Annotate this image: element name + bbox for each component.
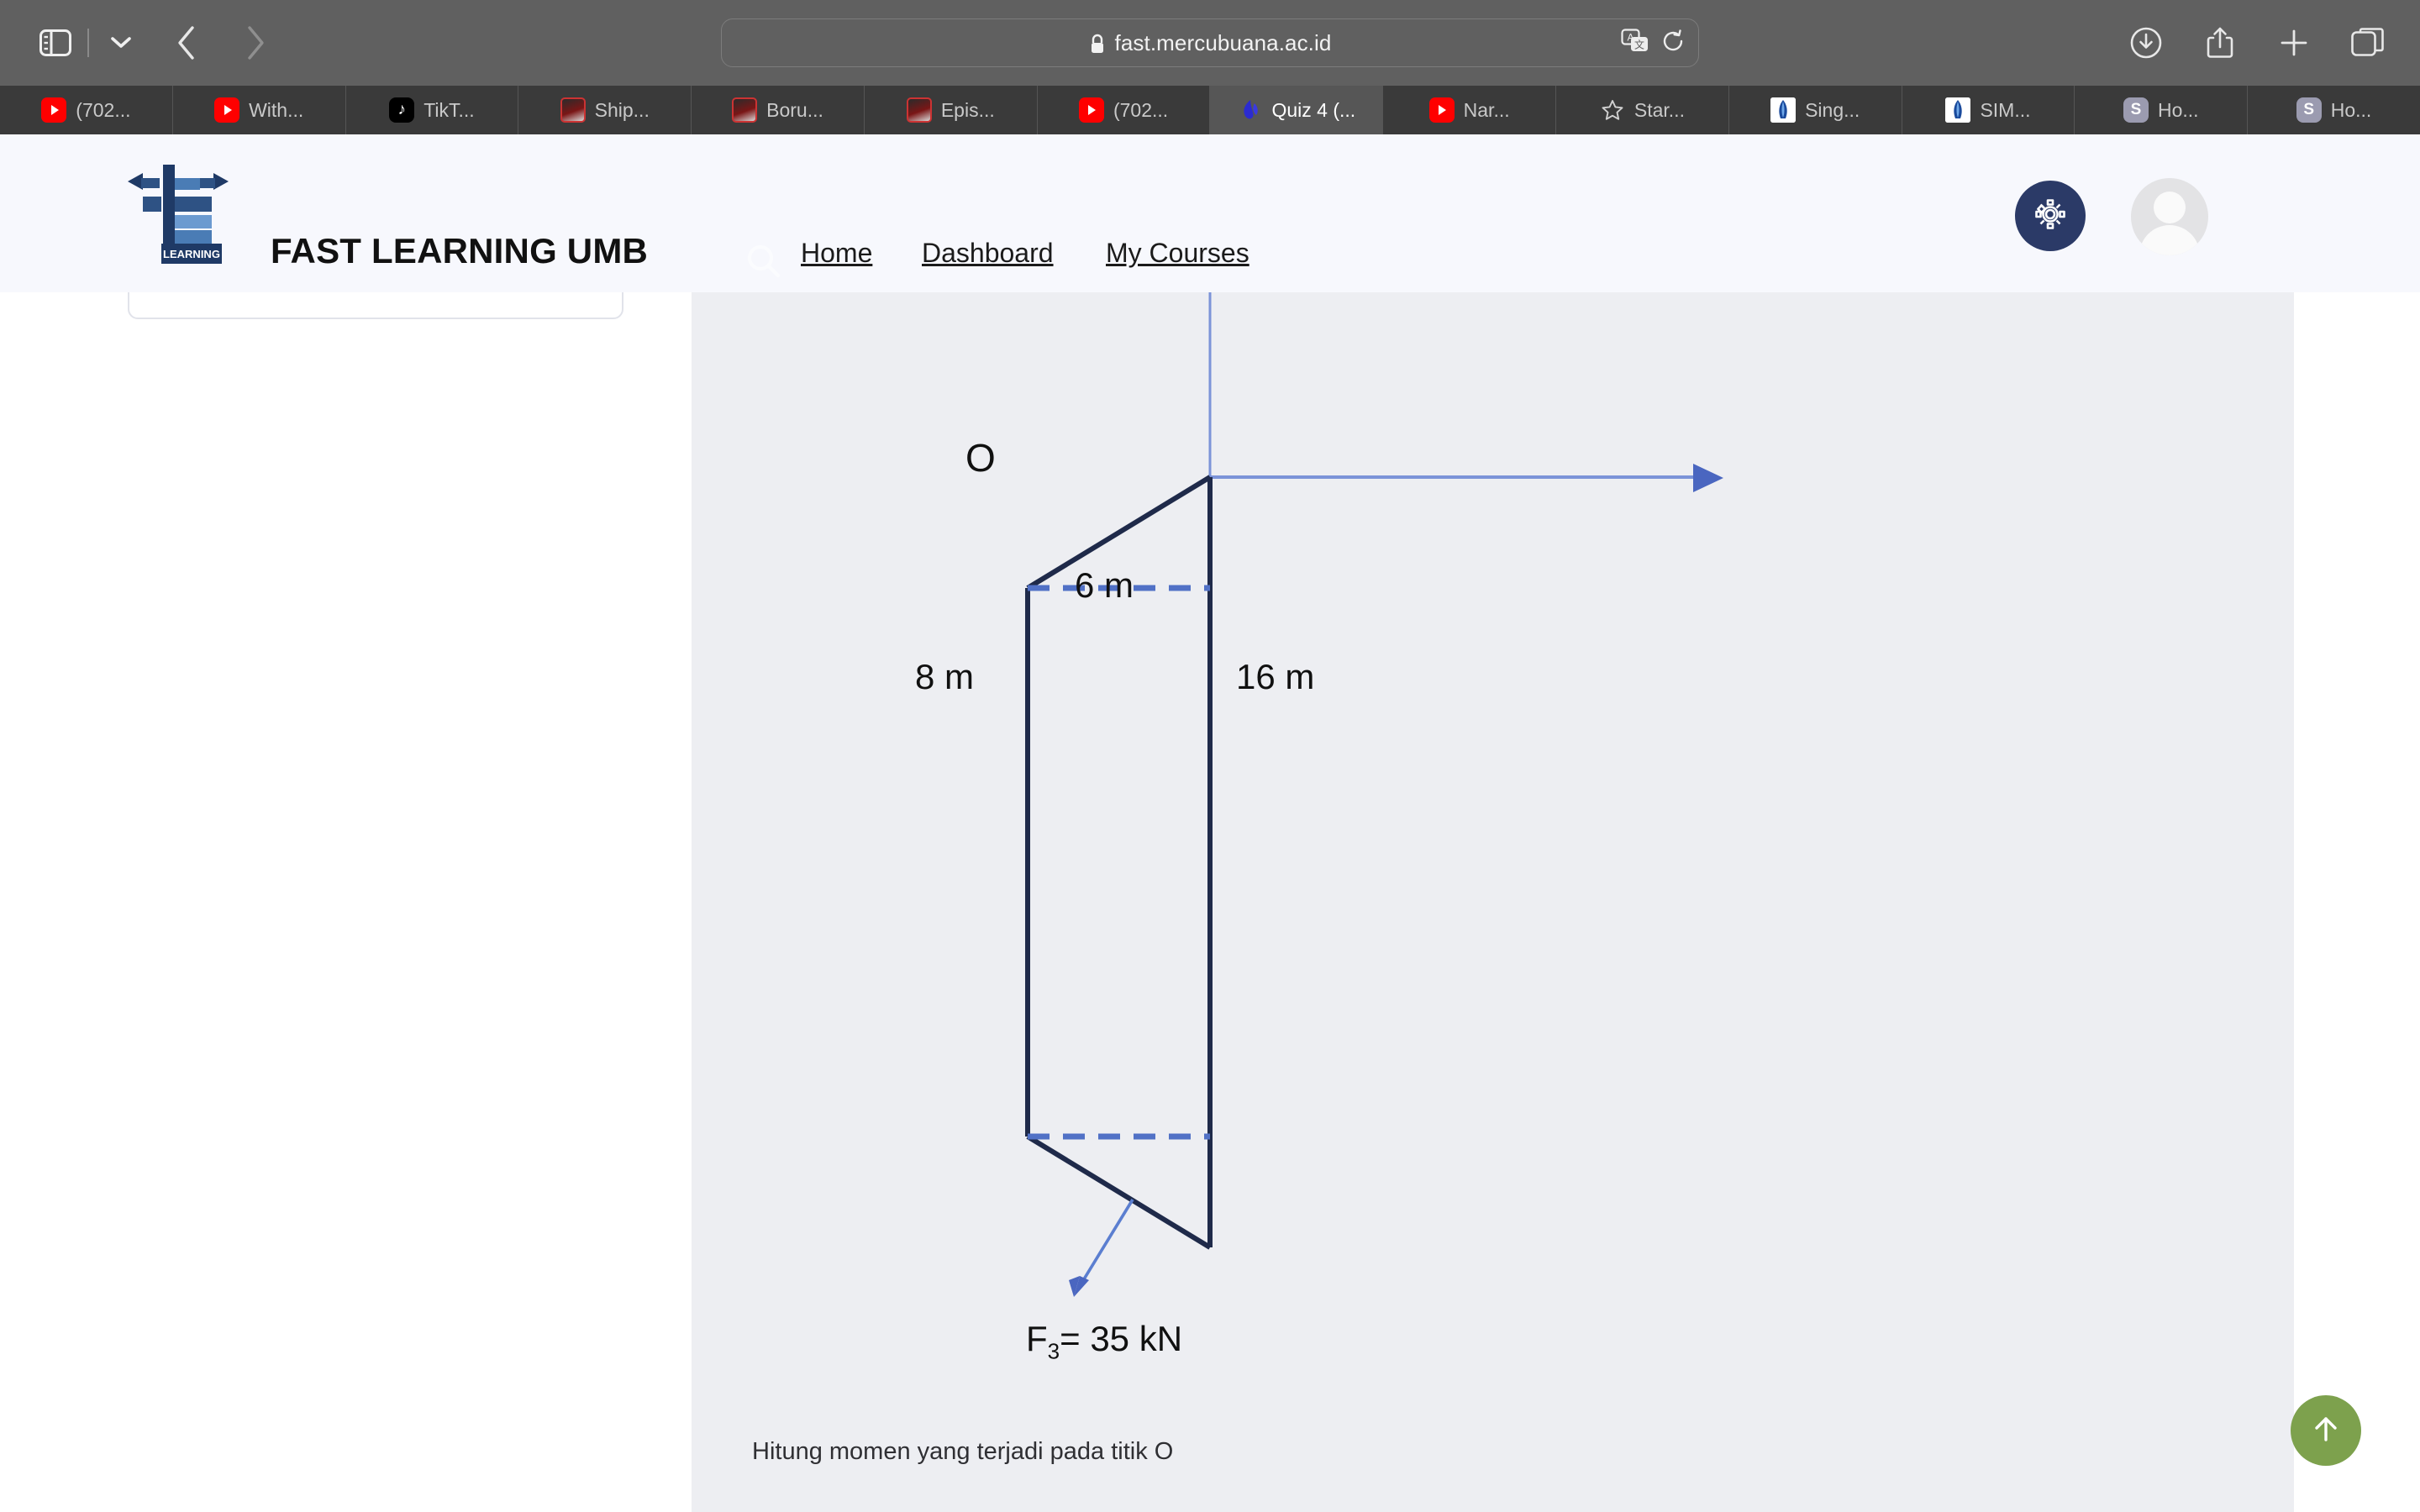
tab-label: Ho... <box>2330 98 2372 121</box>
youtube-icon <box>1078 97 1104 123</box>
force-subscript: 3 <box>1047 1338 1060 1364</box>
tab-label: Nar... <box>1463 98 1510 121</box>
question-image-container: O 6 m 8 m 16 m F3= 35 kN <box>692 292 2294 1512</box>
tab-label: TikT... <box>424 98 475 121</box>
quiz-icon <box>1238 97 1263 123</box>
download-icon[interactable] <box>2123 19 2170 66</box>
star-icon <box>1600 97 1625 123</box>
anime-icon <box>732 97 758 123</box>
url-text-container: fast.mercubuana.ac.id <box>1089 30 1332 56</box>
tab-label: Boru... <box>766 98 823 121</box>
tab-1[interactable]: With... <box>173 86 346 134</box>
anime-icon <box>560 97 586 123</box>
sing-icon <box>1770 97 1797 123</box>
address-bar-actions: A 文 <box>1621 19 1685 66</box>
avatar-body <box>2139 225 2200 255</box>
force-diagram <box>1025 292 1723 1297</box>
tab-8[interactable]: Nar... <box>1383 86 1557 134</box>
tab-label: (702... <box>76 98 131 121</box>
anime-icon <box>906 97 932 123</box>
force-label-f3: F3= 35 kN <box>1026 1319 1182 1364</box>
avatar[interactable] <box>2131 178 2208 255</box>
divider <box>87 29 89 57</box>
tab-11[interactable]: SIM... <box>1902 86 2075 134</box>
tiktok-icon: ♪ <box>389 97 415 123</box>
url-text: fast.mercubuana.ac.id <box>1114 29 1332 55</box>
dimension-label-8m: 8 m <box>915 657 975 696</box>
question-prompt: Hitung momen yang terjadi pada titik O <box>752 1438 1174 1465</box>
settings-button[interactable] <box>2015 181 2086 251</box>
user-avatar-icon <box>2154 192 2186 223</box>
tab-label: Quiz 4 (... <box>1271 98 1356 121</box>
tab-2[interactable]: ♪ TikT... <box>346 86 519 134</box>
browser-nav-controls <box>0 19 279 66</box>
dimension-label-6m: 6 m <box>1075 565 1134 605</box>
search-icon[interactable] <box>744 242 783 285</box>
tab-label: With... <box>249 98 304 121</box>
tab-4[interactable]: Boru... <box>692 86 865 134</box>
svg-text:文: 文 <box>1634 38 1644 50</box>
fast-learning-logo[interactable]: LEARNING <box>124 160 232 267</box>
force-value: = 35 kN <box>1060 1319 1183 1358</box>
nav-link-my-courses[interactable]: My Courses <box>1106 238 1249 269</box>
tab-10[interactable]: Sing... <box>1729 86 1902 134</box>
sing-icon <box>1945 97 1971 123</box>
reload-icon[interactable] <box>1661 29 1685 57</box>
brand-title: FAST LEARNING UMB <box>271 231 649 270</box>
browser-toolbar-actions <box>2123 0 2391 86</box>
share-icon[interactable] <box>2196 19 2244 66</box>
tab-label: Sing... <box>1805 98 1860 121</box>
tab-0[interactable]: (702... <box>0 86 173 134</box>
back-button[interactable] <box>163 19 210 66</box>
tab-label: Ship... <box>594 98 650 121</box>
nav-link-dashboard[interactable]: Dashboard <box>922 238 1054 269</box>
tab-label: Ho... <box>2157 98 2199 121</box>
forward-button[interactable] <box>232 19 279 66</box>
tab-overview-icon[interactable] <box>2344 19 2391 66</box>
tab-9[interactable]: Star... <box>1556 86 1729 134</box>
chevron-down-icon[interactable] <box>97 19 145 66</box>
scroll-to-top-button[interactable] <box>2291 1395 2361 1466</box>
dimension-label-16m: 16 m <box>1236 657 1315 696</box>
address-bar[interactable]: fast.mercubuana.ac.id A 文 <box>721 18 1699 67</box>
youtube-icon <box>41 97 67 123</box>
page-body: O 6 m 8 m 16 m F3= 35 kN Hitung momen ya… <box>0 292 2420 1512</box>
tab-12[interactable]: S Ho... <box>2075 86 2249 134</box>
tab-7-active[interactable]: Quiz 4 (... <box>1210 86 1384 134</box>
logo-caption: LEARNING <box>163 248 220 260</box>
s-icon: S <box>2296 97 2322 123</box>
tab-label: SIM... <box>1980 98 2031 121</box>
s-icon: S <box>2123 97 2149 123</box>
force-symbol: F <box>1026 1319 1048 1358</box>
translate-icon[interactable]: A 文 <box>1621 28 1649 58</box>
youtube-icon <box>214 97 240 123</box>
gear-icon <box>2031 195 2070 238</box>
arrow-up-icon <box>2307 1410 2345 1452</box>
tab-label: Epis... <box>940 98 995 121</box>
plus-icon[interactable] <box>2270 19 2317 66</box>
youtube-icon <box>1428 97 1455 123</box>
lock-icon <box>1089 34 1106 55</box>
tab-strip: (702... With... ♪ TikT... Ship... Boru...… <box>0 86 2420 134</box>
point-o-label: O <box>965 436 996 480</box>
tab-13[interactable]: S Ho... <box>2248 86 2420 134</box>
tab-label: Star... <box>1634 98 1685 121</box>
tab-3[interactable]: Ship... <box>518 86 692 134</box>
browser-toolbar: fast.mercubuana.ac.id A 文 <box>0 0 2420 86</box>
sidebar-toggle-icon[interactable] <box>32 19 79 66</box>
nav-link-home[interactable]: Home <box>801 238 872 269</box>
tab-label: (702... <box>1113 98 1169 121</box>
site-header: LEARNING FAST LEARNING UMB Home Dashboar… <box>0 134 2420 292</box>
tab-6[interactable]: (702... <box>1038 86 1211 134</box>
tab-5[interactable]: Epis... <box>865 86 1038 134</box>
